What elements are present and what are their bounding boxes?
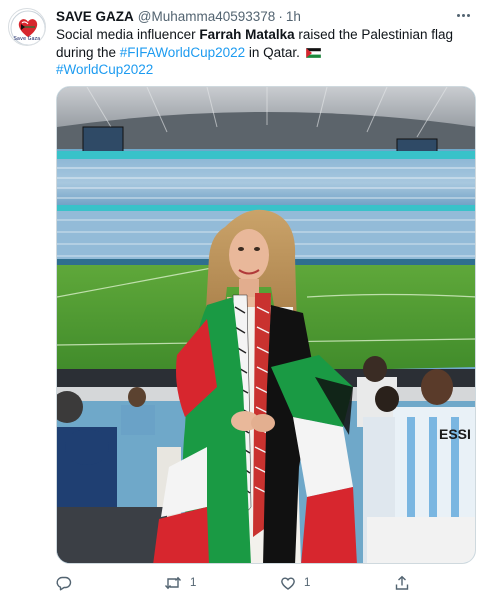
more-options-button[interactable] <box>454 6 472 24</box>
heart-icon <box>281 577 295 590</box>
avatar-caption: Save Gaza <box>13 36 41 42</box>
share-button[interactable] <box>394 574 410 592</box>
display-name[interactable]: SAVE GAZA <box>56 9 134 24</box>
timestamp[interactable]: 1h <box>286 9 301 24</box>
hashtag-fifaworldcup2022[interactable]: #FIFAWorldCup2022 <box>120 45 245 60</box>
separator-dot: · <box>278 8 283 24</box>
retweet-icon <box>164 576 182 590</box>
stadium-photo: ESSI <box>57 87 475 563</box>
jersey-text: ESSI <box>439 426 471 442</box>
like-button[interactable]: 1 <box>280 574 310 592</box>
more-dot-icon <box>461 13 465 17</box>
like-count: 1 <box>304 577 311 589</box>
user-handle[interactable]: @Muhamma40593378 <box>138 9 276 24</box>
mentioned-person: Farrah Matalka <box>199 27 295 42</box>
tweet-header: SAVE GAZA @Muhamma40593378 · 1h <box>56 7 301 25</box>
reply-button[interactable] <box>56 574 72 592</box>
hashtag-worldcup2022[interactable]: #WorldCup2022 <box>56 62 153 77</box>
tweet-text-part: in Qatar. <box>245 44 300 60</box>
share-icon <box>395 575 409 590</box>
retweet-button[interactable]: 1 <box>164 574 196 592</box>
tweet-text: Social media influencer Farrah Matalka r… <box>56 26 476 79</box>
retweet-count: 1 <box>190 577 197 589</box>
reply-icon <box>56 576 72 591</box>
tweet-photo[interactable]: ESSI <box>56 86 476 564</box>
palestine-flag-icon <box>305 47 321 58</box>
more-dot-icon <box>456 13 460 17</box>
tweet-actions: 1 1 <box>56 574 476 592</box>
more-dot-icon <box>466 13 470 17</box>
tweet-text-part: Social media influencer <box>56 27 200 42</box>
tweet-card[interactable]: Save Gaza SAVE GAZA @Muhamma40593378 · 1… <box>0 0 482 597</box>
avatar[interactable]: Save Gaza <box>8 8 46 46</box>
